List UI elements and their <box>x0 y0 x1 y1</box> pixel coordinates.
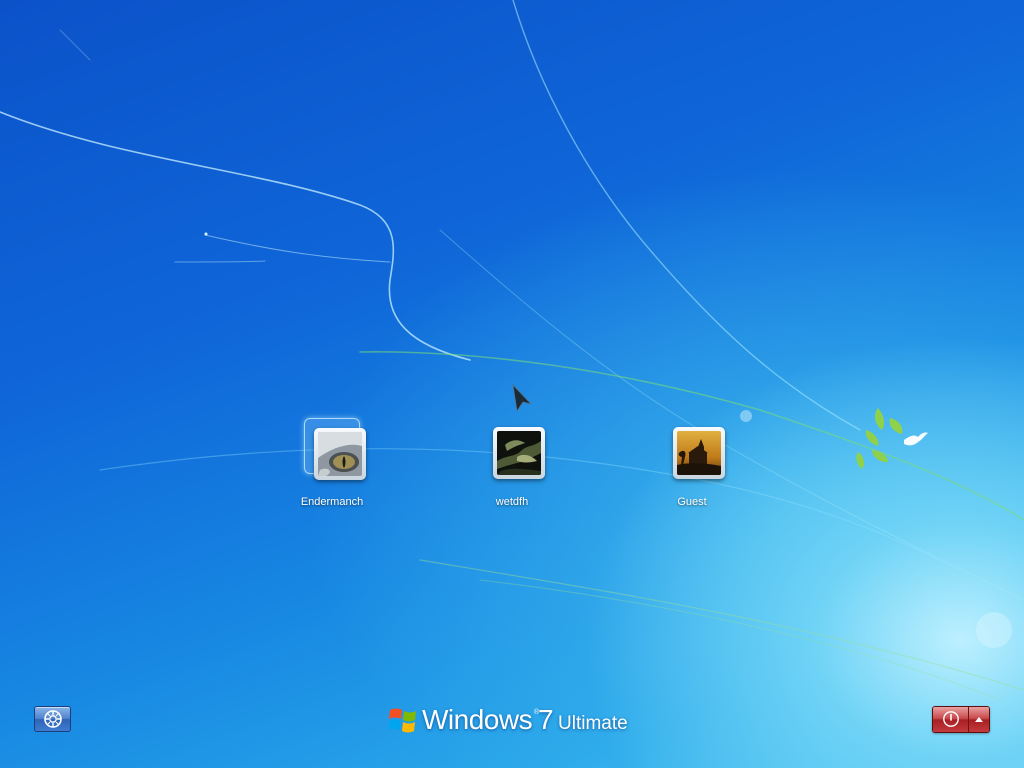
light-streak <box>174 260 266 263</box>
brand-product: Windows <box>422 704 533 735</box>
light-streak <box>419 559 1024 691</box>
windows-flag-icon <box>388 708 416 733</box>
bird-silhouette <box>904 432 928 446</box>
light-streak <box>204 234 391 263</box>
ease-of-access-icon <box>44 710 62 728</box>
selection-frame <box>304 418 366 480</box>
tile-frame <box>664 418 725 479</box>
brand-version: 7 <box>538 704 554 735</box>
power-icon <box>943 711 959 727</box>
tree-avatar-icon <box>497 431 541 475</box>
avatar <box>673 427 725 479</box>
shutdown-control <box>932 706 990 733</box>
mouse-cursor-icon <box>512 383 533 413</box>
user-name: Endermanch <box>300 496 364 508</box>
avatar <box>314 428 366 480</box>
user-name: Guest <box>677 496 707 508</box>
user-tile-endermanch[interactable]: Endermanch <box>267 418 397 518</box>
user-name: wetdfh <box>495 496 529 508</box>
chevron-up-icon <box>975 717 983 722</box>
ease-of-access-button[interactable] <box>34 706 71 732</box>
light-streak <box>439 229 1024 601</box>
chapel-avatar-icon <box>677 431 721 475</box>
branch-leaves <box>856 408 903 469</box>
user-tile-guest[interactable]: Guest <box>627 418 757 518</box>
cat-eye-avatar-icon <box>318 432 362 476</box>
shutdown-options-button[interactable] <box>969 707 989 732</box>
light-streak <box>59 29 91 61</box>
user-tile-wetdfh[interactable]: wetdfh <box>447 418 577 518</box>
light-streak <box>0 111 471 361</box>
light-streak <box>479 579 1001 701</box>
tile-frame <box>484 418 545 479</box>
light-streak <box>512 0 861 431</box>
avatar <box>493 427 545 479</box>
shutdown-button[interactable] <box>933 707 969 732</box>
brand-edition: Ultimate <box>558 713 628 734</box>
